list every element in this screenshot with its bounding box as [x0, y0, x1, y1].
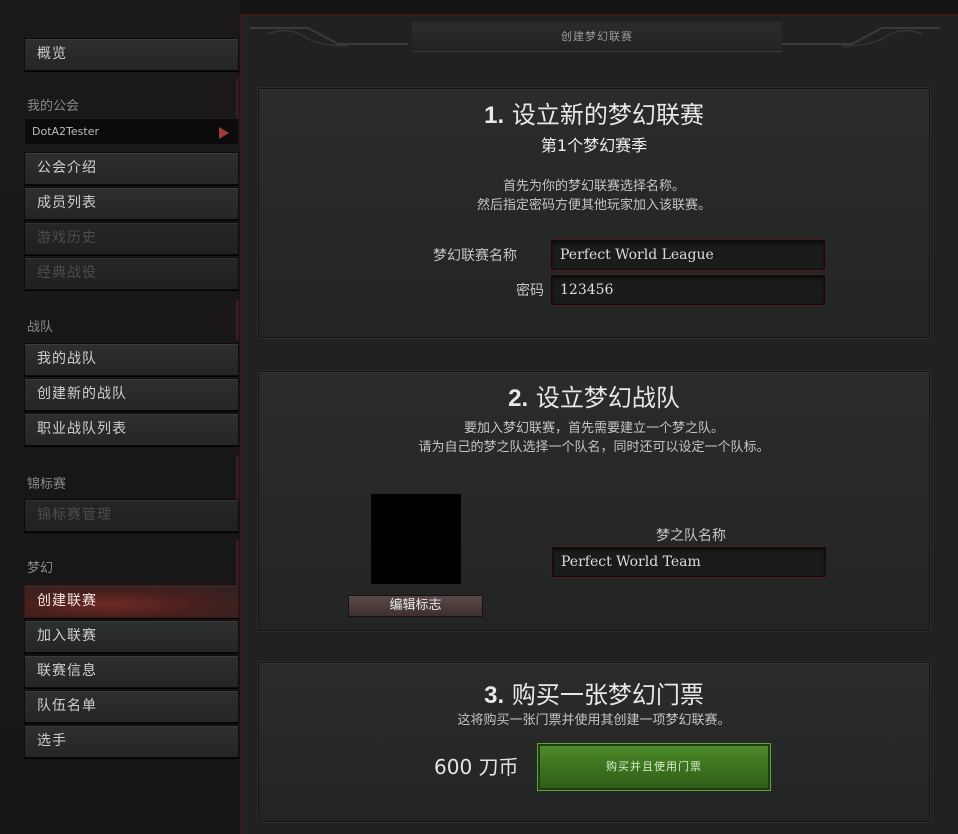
description-line: 首先为你的梦幻联赛选择名称。: [502, 179, 685, 194]
sidebar-item-game-history: 游戏历史: [24, 222, 239, 255]
password-label: 密码: [516, 283, 544, 299]
sidebar-heading-fantasy: 梦幻: [27, 561, 54, 576]
buy-and-use-ticket-button[interactable]: 购买并且使用门票: [538, 744, 770, 790]
sidebar-item-my-team[interactable]: 我的战队: [24, 343, 239, 376]
page-title: 创建梦幻联赛: [412, 22, 782, 52]
team-name-label: 梦之队名称: [656, 528, 726, 544]
description-line: 请为自己的梦之队选择一个队名，同时还可以设定一个队标。: [418, 440, 770, 455]
team-name-input[interactable]: Perfect World Team: [552, 547, 826, 577]
section-title: 1. 设立新的梦幻联赛: [259, 95, 929, 130]
sidebar-item-tournament-manage: 锦标赛管理: [24, 499, 239, 532]
sidebar-divider: [236, 78, 239, 118]
league-name-input[interactable]: Perfect World League: [551, 240, 825, 270]
section-title-text: 设立新的梦幻联赛: [511, 101, 704, 129]
team-logo-image[interactable]: [371, 494, 461, 584]
sidebar-item-join-league[interactable]: 加入联赛: [24, 620, 239, 653]
guild-name: DotA2Tester: [32, 125, 99, 138]
sidebar-item-league-info[interactable]: 联赛信息: [24, 655, 239, 688]
sidebar-item-pro-teams[interactable]: 职业战队列表: [24, 413, 239, 446]
sidebar-heading-tournament: 锦标赛: [27, 477, 67, 492]
sidebar-item-create-league[interactable]: 创建联赛: [24, 585, 239, 618]
section-title: 3. 购买一张梦幻门票: [259, 675, 929, 710]
guild-selector[interactable]: DotA2Tester: [24, 118, 239, 145]
section-number: 2.: [508, 385, 529, 412]
play-arrow-icon: [219, 127, 229, 139]
season-subtitle: 第1个梦幻赛季: [540, 136, 648, 155]
section-create-league: 1. 设立新的梦幻联赛 第1个梦幻赛季 首先为你的梦幻联赛选择名称。 然后指定密…: [258, 88, 930, 338]
sidebar-heading-my-guild: 我的公会: [27, 99, 80, 114]
ticket-price: 600 刀币: [434, 755, 519, 779]
section-number: 3.: [484, 682, 505, 709]
sidebar-item-roster[interactable]: 队伍名单: [24, 690, 239, 723]
description-line: 然后指定密码方便其他玩家加入该联赛。: [476, 198, 711, 213]
sidebar-item-players[interactable]: 选手: [24, 725, 239, 758]
description-line: 要加入梦幻联赛，首先需要建立一个梦之队。: [463, 421, 724, 436]
ornament-left-icon: [250, 27, 408, 47]
section-title: 2. 设立梦幻战队: [259, 378, 929, 413]
section-title-text: 购买一张梦幻门票: [511, 681, 704, 709]
section-buy-ticket: 3. 购买一张梦幻门票 这将购买一张门票并使用其创建一项梦幻联赛。 600 刀币…: [258, 662, 930, 822]
main-panel: 创建梦幻联赛 1. 设立新的梦幻联赛 第1个梦幻赛季 首先为你的梦幻联赛选择名称…: [240, 14, 958, 834]
sidebar-heading-team: 战队: [27, 320, 54, 335]
section-title-text: 设立梦幻战队: [535, 384, 680, 412]
description-line: 这将购买一张门票并使用其创建一项梦幻联赛。: [457, 713, 731, 728]
ornament-right-icon: [782, 27, 940, 47]
edit-logo-button[interactable]: 编辑标志: [348, 595, 483, 617]
password-input[interactable]: 123456: [551, 275, 825, 305]
sidebar-item-create-team[interactable]: 创建新的战队: [24, 378, 239, 411]
sidebar-item-member-list[interactable]: 成员列表: [24, 187, 239, 220]
section-create-team: 2. 设立梦幻战队 要加入梦幻联赛，首先需要建立一个梦之队。 请为自己的梦之队选…: [258, 371, 930, 631]
section-number: 1.: [484, 102, 505, 129]
sidebar-item-overview[interactable]: 概览: [24, 38, 239, 71]
sidebar-divider: [236, 540, 239, 585]
sidebar-item-guild-intro[interactable]: 公会介绍: [24, 152, 239, 185]
sidebar-item-classic-battles: 经典战役: [24, 257, 239, 290]
sidebar-divider: [236, 300, 239, 340]
sidebar-divider: [236, 455, 239, 500]
league-name-label: 梦幻联赛名称: [433, 248, 517, 264]
sidebar: 概览 我的公会 DotA2Tester 公会介绍 成员列表 游戏历史 经典战役 …: [0, 0, 240, 834]
